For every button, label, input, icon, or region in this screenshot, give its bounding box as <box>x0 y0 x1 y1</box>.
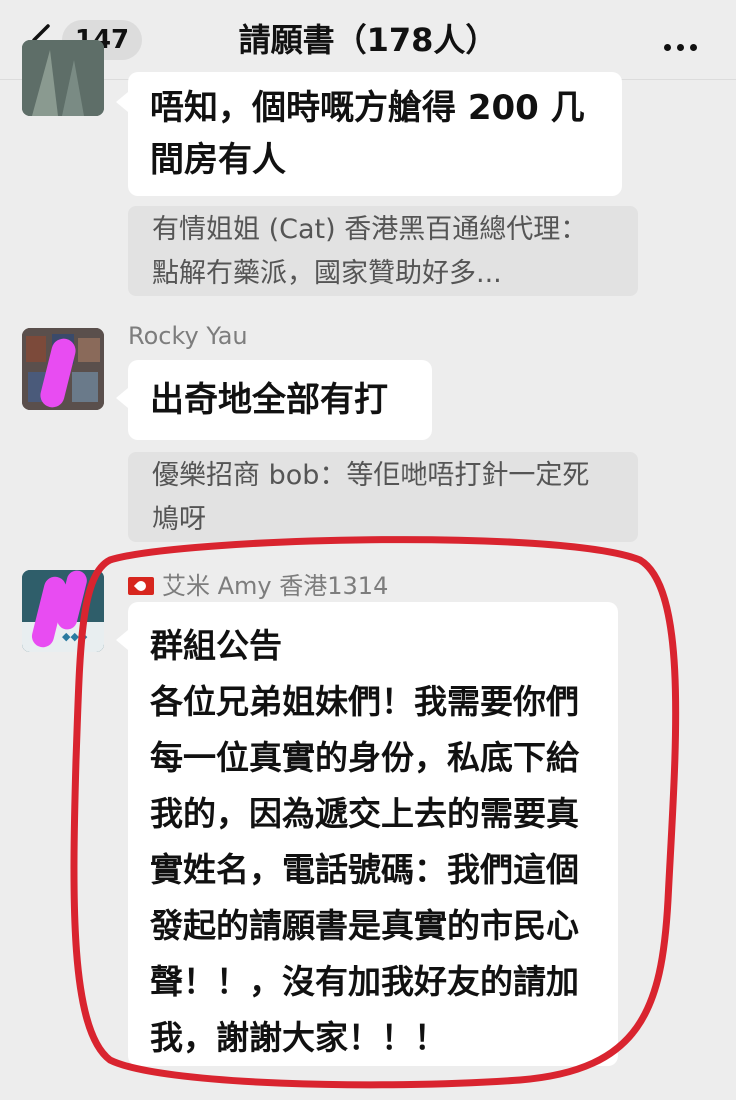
announcement-text: 群組公告 各位兄弟姐妹們！我需要你們每一位真實的身份，私底下給我的，因為遞交上去… <box>150 626 579 1057</box>
chat-header: 147 請願書（178人） <box>0 0 736 80</box>
avatar[interactable]: ◆◆◆ <box>22 570 104 652</box>
message-bubble[interactable]: 唔知，個時嘅方艙得 200 几間房有人 <box>116 72 622 196</box>
quoted-message[interactable]: 優樂招商 bob：等佢哋唔打針一定死鳩呀 <box>128 452 638 542</box>
chat-title: 請願書（178人） <box>238 21 498 59</box>
message-bubble[interactable]: 出奇地全部有打 <box>116 360 432 440</box>
quoted-message[interactable]: 有情姐姐 (Cat) 香港黑百通總代理：點解冇藥派，國家贊助好多... <box>128 206 638 296</box>
sender-name: 艾米 Amy 香港1314 <box>128 566 388 601</box>
avatar[interactable] <box>22 328 104 410</box>
sender-name: Rocky Yau <box>128 322 248 350</box>
more-dots-icon[interactable] <box>664 36 708 51</box>
sender-name-text: 艾米 Amy 香港1314 <box>162 572 389 600</box>
announcement-bubble[interactable]: 群組公告 各位兄弟姐妹們！我需要你們每一位真實的身份，私底下給我的，因為遞交上去… <box>116 602 618 1066</box>
avatar[interactable] <box>22 40 104 116</box>
hong-kong-flag-icon <box>128 577 154 595</box>
svg-text:◆◆◆: ◆◆◆ <box>62 630 88 643</box>
